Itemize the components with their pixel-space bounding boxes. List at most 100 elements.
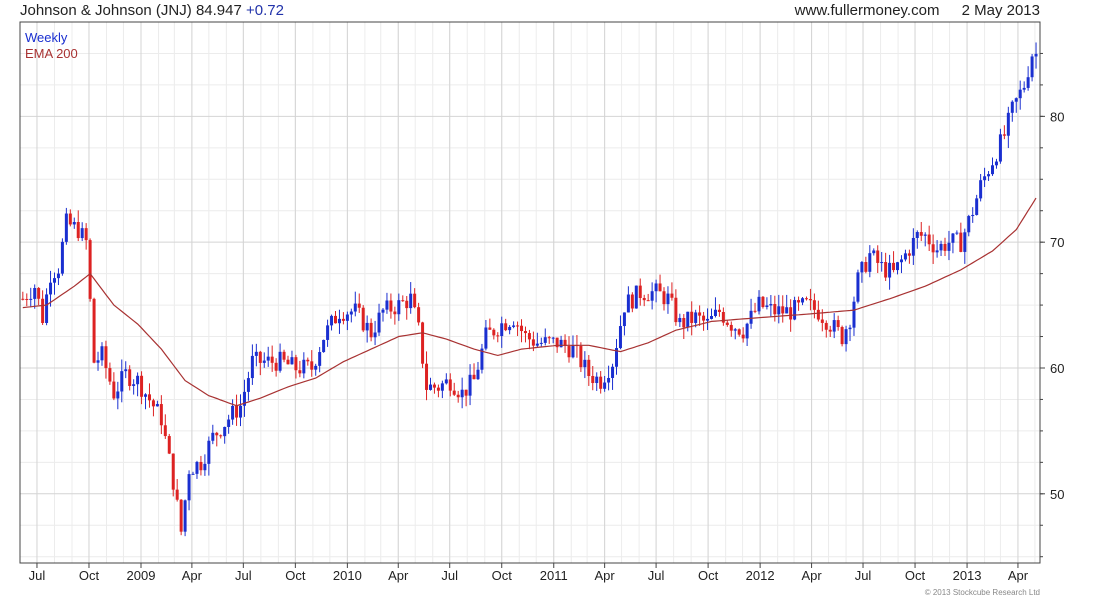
x-tick-label: Oct bbox=[285, 568, 306, 583]
x-axis: Jul Oct 2009 Apr Jul Oct 2010 Apr Jul Oct 2011 Apr J… bbox=[29, 563, 1029, 583]
candle-body bbox=[151, 400, 155, 407]
candle-body bbox=[535, 343, 539, 346]
candle-body bbox=[456, 394, 460, 398]
candle-body bbox=[852, 301, 856, 328]
candle-body bbox=[409, 293, 413, 309]
candle-body bbox=[25, 298, 29, 300]
candle-body bbox=[670, 293, 674, 298]
candle-body bbox=[595, 376, 599, 384]
site-link[interactable]: www.fullermoney.com bbox=[795, 2, 940, 19]
x-tick-label: 2012 bbox=[746, 568, 775, 583]
candle-body bbox=[911, 237, 915, 256]
candle-body bbox=[235, 405, 239, 418]
candle-body bbox=[987, 174, 991, 177]
x-tick-label: Apr bbox=[1008, 568, 1029, 583]
candle-body bbox=[559, 339, 563, 348]
candle-body bbox=[322, 339, 326, 353]
candle-body bbox=[804, 298, 808, 300]
candle-body bbox=[294, 357, 298, 371]
candle-body bbox=[104, 346, 108, 369]
x-tick-label: Apr bbox=[801, 568, 822, 583]
candle-body bbox=[927, 234, 931, 245]
candle-body bbox=[527, 333, 531, 340]
candle-body bbox=[211, 432, 215, 441]
candle-body bbox=[820, 319, 824, 323]
candle-body bbox=[733, 329, 737, 331]
candle-body bbox=[377, 312, 381, 333]
candle-body bbox=[472, 374, 476, 380]
candle-body bbox=[967, 216, 971, 233]
candle-body bbox=[983, 176, 987, 181]
candle-body bbox=[421, 322, 425, 364]
candle-body bbox=[508, 326, 512, 331]
candle-body bbox=[385, 300, 389, 310]
candle-body bbox=[337, 318, 341, 324]
candle-body bbox=[702, 315, 706, 321]
candle-body bbox=[939, 243, 943, 251]
candle-body bbox=[60, 241, 64, 274]
candle-body bbox=[405, 300, 409, 309]
candle-body bbox=[1022, 87, 1026, 90]
candle-body bbox=[1034, 53, 1038, 57]
candle-body bbox=[361, 307, 365, 331]
candle-body bbox=[120, 371, 124, 392]
candle-body bbox=[179, 499, 183, 532]
candle-body bbox=[219, 435, 223, 437]
candle-body bbox=[745, 323, 749, 339]
candle-body bbox=[195, 461, 199, 474]
candle-body bbox=[630, 294, 634, 309]
candle-body bbox=[80, 228, 84, 239]
candle-body bbox=[812, 300, 816, 310]
y-tick-label: 70 bbox=[1050, 235, 1064, 250]
candle-body bbox=[432, 384, 436, 388]
x-tick-label: 2009 bbox=[127, 568, 156, 583]
candle-body bbox=[840, 327, 844, 345]
candle-body bbox=[1014, 98, 1018, 102]
candle-body bbox=[33, 288, 37, 299]
candle-body bbox=[919, 232, 923, 236]
candle-body bbox=[1018, 89, 1022, 99]
candle-body bbox=[650, 291, 654, 301]
candle-body bbox=[998, 134, 1002, 162]
candle-body bbox=[330, 315, 334, 326]
candle-body bbox=[646, 300, 650, 302]
candle-body bbox=[72, 222, 76, 225]
candle-body bbox=[539, 342, 543, 344]
candle-body bbox=[781, 306, 785, 314]
candle-body bbox=[520, 325, 524, 332]
legend-weekly: Weekly bbox=[25, 30, 68, 45]
candle-body bbox=[741, 334, 745, 339]
candle-body bbox=[959, 232, 963, 252]
candle-body bbox=[326, 325, 330, 340]
candle-body bbox=[567, 346, 571, 358]
candle-body bbox=[500, 323, 504, 337]
candle-body bbox=[171, 453, 175, 490]
candle-body bbox=[452, 390, 456, 395]
candle-body bbox=[484, 327, 488, 349]
candle-body bbox=[666, 293, 670, 305]
candle-body bbox=[523, 331, 527, 334]
candle-body bbox=[76, 222, 80, 239]
candle-body bbox=[381, 309, 385, 313]
candle-body bbox=[654, 283, 658, 292]
x-tick-label: Oct bbox=[905, 568, 926, 583]
candle-body bbox=[199, 461, 203, 471]
candle-body bbox=[642, 298, 646, 301]
candle-body bbox=[444, 379, 448, 384]
x-tick-label: Apr bbox=[595, 568, 616, 583]
candle-body bbox=[599, 376, 603, 389]
candle-body bbox=[1006, 112, 1010, 136]
candle-body bbox=[864, 262, 868, 272]
candle-body bbox=[757, 296, 761, 312]
candle-body bbox=[144, 394, 148, 397]
candle-body bbox=[373, 332, 377, 338]
candle-body bbox=[464, 389, 468, 396]
candle-body bbox=[729, 324, 733, 331]
candle-body bbox=[223, 426, 227, 437]
candle-body bbox=[658, 283, 662, 292]
candle-body bbox=[955, 232, 959, 234]
candle-body bbox=[622, 312, 626, 327]
last-price: 84.947 bbox=[195, 2, 242, 19]
candle-body bbox=[543, 337, 547, 343]
candle-body bbox=[765, 305, 769, 307]
